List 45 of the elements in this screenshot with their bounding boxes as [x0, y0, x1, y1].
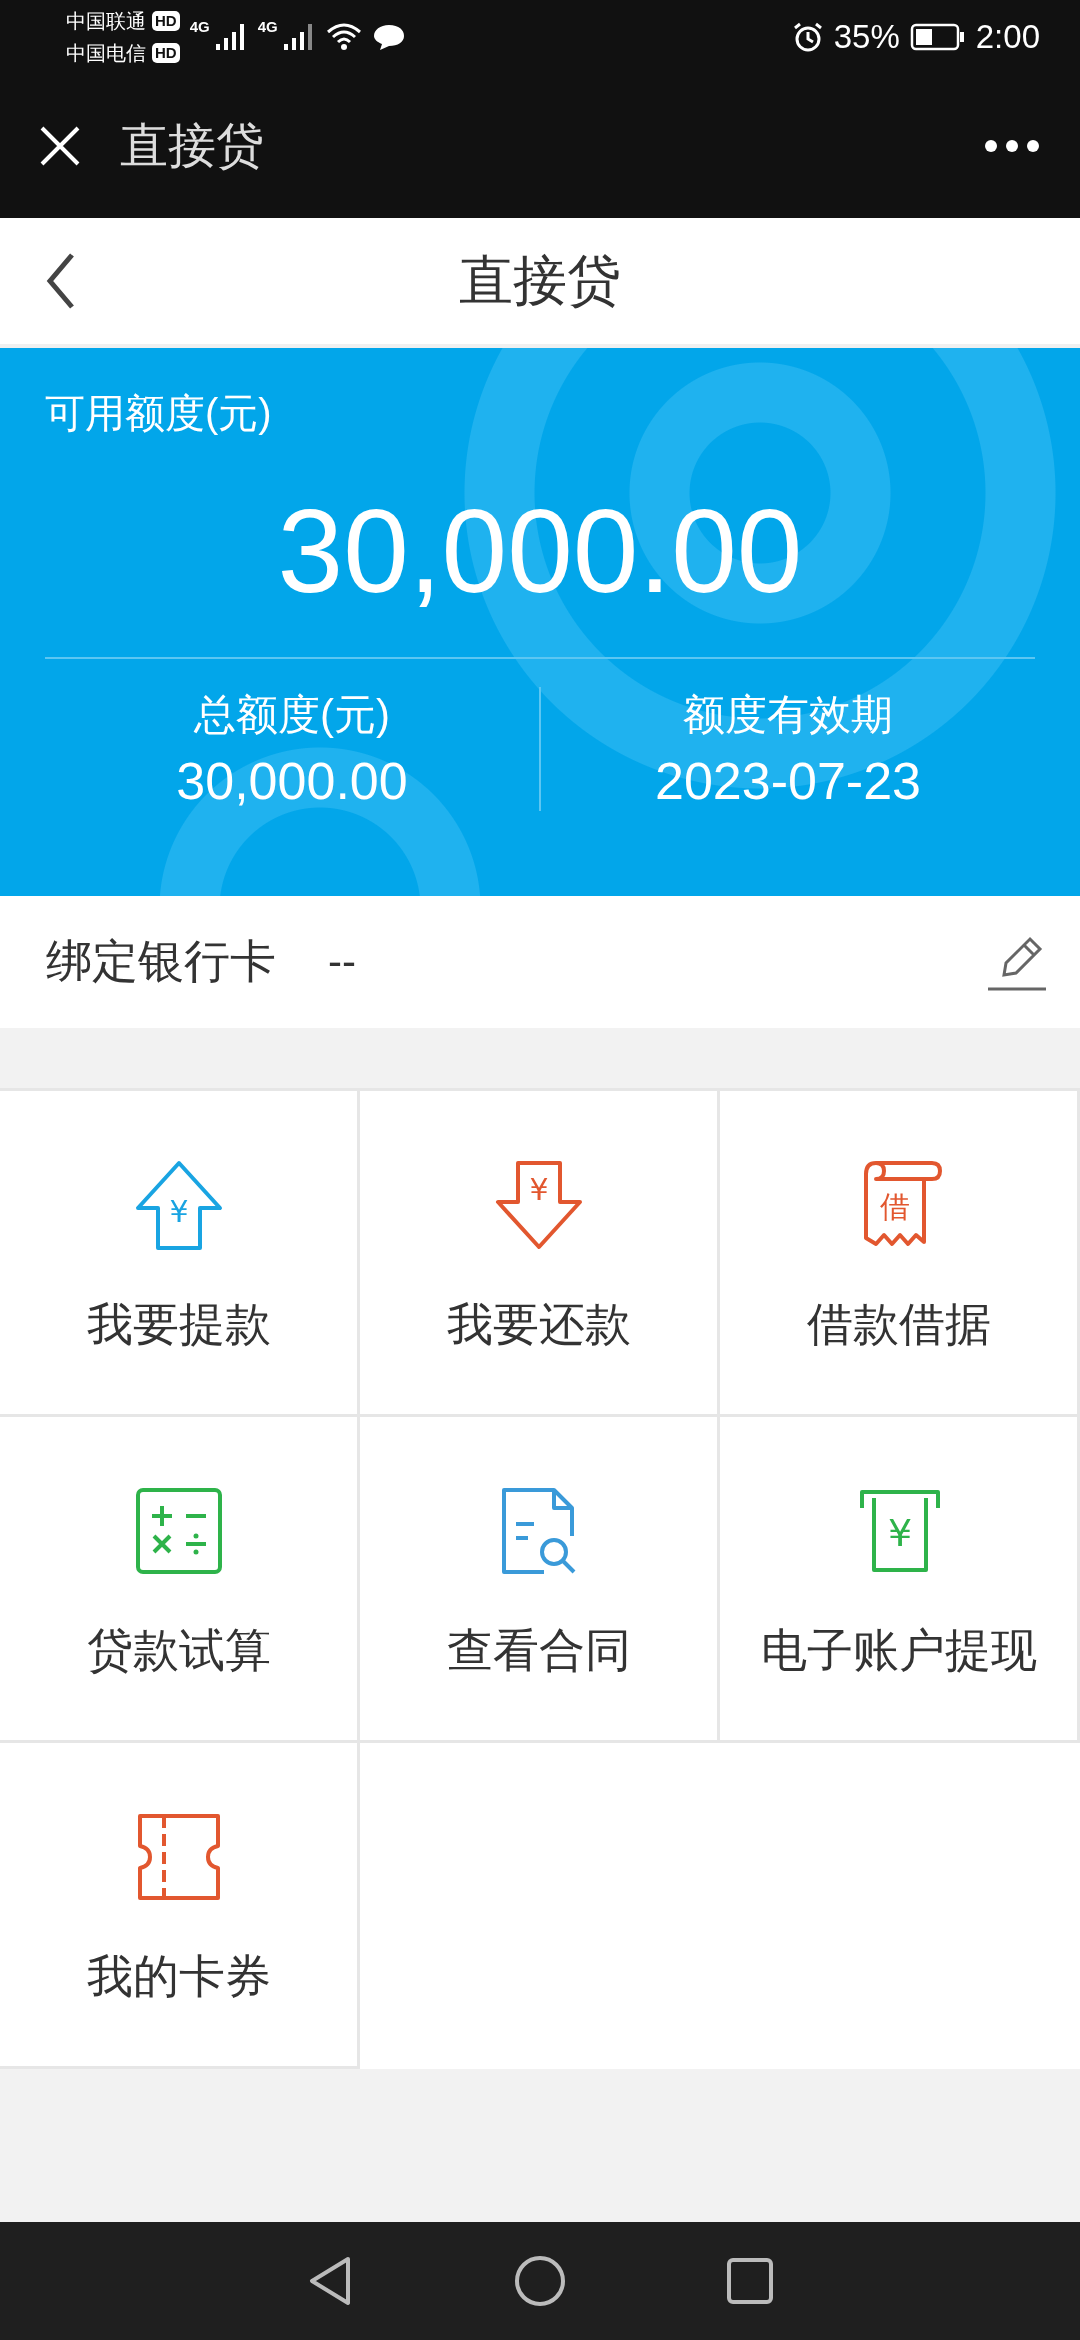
service-tile[interactable]: 查看合同 [360, 1417, 720, 1743]
service-tile[interactable]: 我的卡券 [0, 1743, 360, 2069]
service-label: 电子账户提现 [760, 1622, 1037, 1678]
carrier-name: 中国电信 [66, 41, 146, 66]
calculator-icon [133, 1485, 224, 1576]
clock-time: 2:00 [975, 18, 1040, 56]
available-amount: 30,000.00 [277, 484, 803, 619]
page-title: 直接贷 [459, 248, 621, 312]
alarm-icon [791, 21, 824, 53]
service-label: 贷款试算 [86, 1622, 271, 1678]
more-icon[interactable] [984, 139, 1040, 153]
service-tile[interactable]: ¥ 我要还款 [360, 1091, 720, 1417]
stat-value: 30,000.00 [176, 751, 408, 811]
download-arrow-icon: ¥ [493, 1159, 584, 1250]
app-title: 直接贷 [120, 118, 264, 174]
service-label: 借款借据 [806, 1296, 991, 1352]
service-label: 我要提款 [86, 1296, 271, 1352]
service-label: 我的卡券 [86, 1948, 271, 2004]
hd-badge: HD [152, 43, 180, 63]
service-tile[interactable]: 借 借款借据 [720, 1091, 1080, 1417]
hd-badge: HD [152, 11, 180, 31]
bank-card-label: 绑定银行卡 [46, 934, 276, 989]
bank-card-value: -- [328, 938, 356, 986]
stat-label: 总额度(元) [194, 690, 390, 740]
service-tile[interactable]: ¥ 电子账户提现 [720, 1417, 1080, 1743]
wifi-icon [325, 22, 362, 52]
carrier-name: 中国联通 [66, 9, 146, 34]
service-label: 查看合同 [446, 1622, 631, 1678]
chat-bubble-icon [371, 22, 406, 52]
network-label: 4G [189, 18, 210, 35]
service-label: 我要还款 [446, 1296, 631, 1352]
service-tile[interactable]: ¥ 我要提款 [0, 1091, 360, 1417]
battery-percent: 35% [833, 18, 900, 56]
network-label: 4G [257, 18, 278, 35]
home-nav-icon[interactable] [514, 2255, 566, 2307]
close-icon[interactable] [38, 124, 82, 168]
stat-value: 2023-07-23 [655, 751, 921, 811]
recents-nav-icon[interactable] [726, 2257, 774, 2305]
stat-label: 额度有效期 [683, 690, 893, 740]
battery-icon [909, 22, 966, 52]
upload-arrow-icon: ¥ [133, 1159, 224, 1250]
back-icon[interactable] [46, 253, 76, 309]
bank-card-row[interactable]: 绑定银行卡 -- [0, 896, 1080, 1028]
service-tile[interactable]: 贷款试算 [0, 1417, 360, 1743]
available-label: 可用额度(元) [45, 390, 272, 437]
